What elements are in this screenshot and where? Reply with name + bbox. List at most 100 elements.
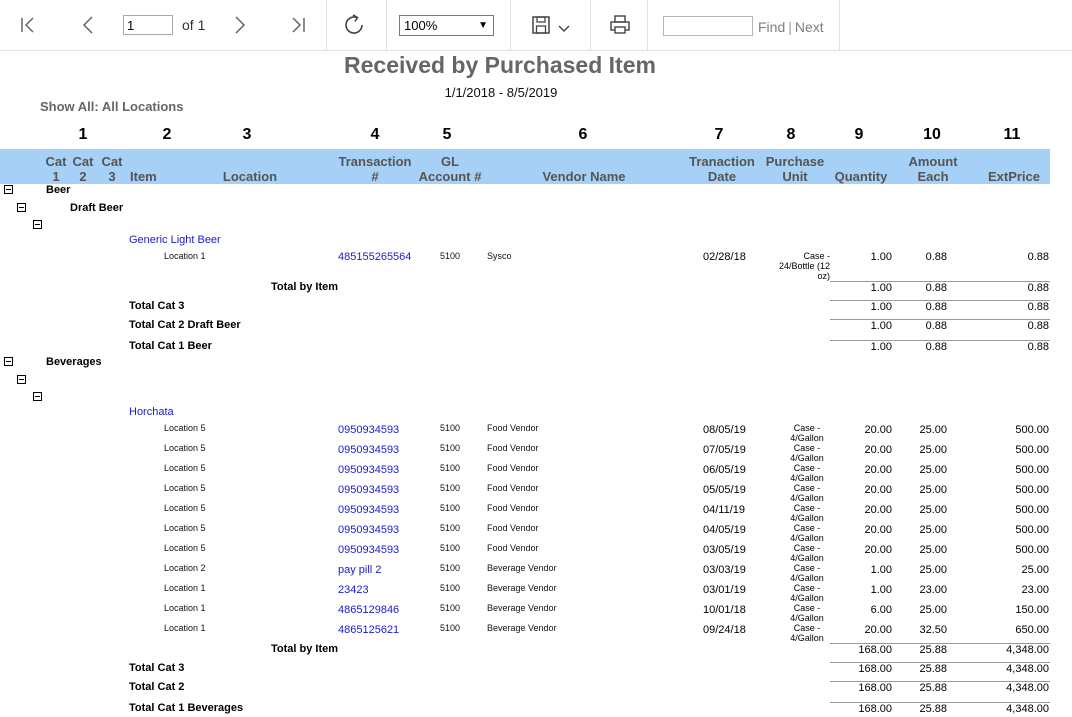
header-quantity: Quantity [834, 169, 888, 184]
transaction-link[interactable]: 4865129846 [338, 604, 399, 616]
row-amount: 25.00 [919, 604, 947, 616]
row-location: Location 5 [164, 443, 206, 453]
print-icon[interactable] [608, 12, 632, 38]
transaction-link[interactable]: 0950934593 [338, 544, 399, 556]
first-page-icon[interactable] [18, 12, 42, 38]
column-number: 4 [370, 126, 380, 143]
transaction-link[interactable]: 0950934593 [338, 484, 399, 496]
transaction-link[interactable]: 0950934593 [338, 524, 399, 536]
next-page-icon[interactable] [230, 12, 254, 38]
header-amount-each: Amount Each [908, 154, 958, 184]
row-location: Location 1 [164, 583, 206, 593]
row-date: 04/11/19 [703, 504, 746, 516]
total-amount: 0.88 [925, 301, 947, 313]
column-number: 5 [442, 126, 452, 143]
transaction-link[interactable]: pay pill 2 [338, 564, 381, 576]
row-amount: 25.00 [919, 564, 947, 576]
row-qty: 20.00 [864, 524, 892, 536]
total-qty: 1.00 [870, 282, 892, 294]
collapse-toggle[interactable] [17, 375, 26, 384]
total-ext: 0.88 [1027, 320, 1049, 332]
row-date: 03/03/19 [703, 564, 746, 576]
row-qty: 1.00 [870, 584, 892, 596]
total-qty: 168.00 [858, 703, 892, 715]
row-ext: 500.00 [1015, 444, 1049, 456]
row-unit: Case -4/Gallon [790, 543, 824, 563]
row-amount: 25.00 [919, 524, 947, 536]
total-qty: 168.00 [858, 682, 892, 694]
total-ext: 4,348.00 [1006, 663, 1049, 675]
total-cat1-label: Total Cat 1 Beer [129, 340, 212, 352]
header-item: Item [130, 169, 157, 184]
total-by-item-label: Total by Item [271, 281, 339, 293]
collapse-toggle[interactable] [33, 392, 42, 401]
prev-page-icon[interactable] [78, 12, 102, 38]
row-unit: Case -4/Gallon [790, 523, 824, 543]
transaction-link[interactable]: 0950934593 [338, 444, 399, 456]
row-location: Location 1 [164, 251, 206, 261]
total-ext: 0.88 [1027, 301, 1049, 313]
transaction-link[interactable]: 23423 [338, 584, 369, 596]
header-cat3: Cat 3 [101, 154, 123, 184]
row-gl: 5100 [440, 583, 461, 593]
chevron-down-icon[interactable] [556, 12, 572, 38]
row-unit: Case -4/Gallon [790, 463, 824, 483]
last-page-icon[interactable] [288, 12, 312, 38]
collapse-toggle[interactable] [33, 220, 42, 229]
row-location: Location 2 [164, 563, 206, 573]
refresh-icon[interactable] [342, 12, 368, 38]
row-vendor: Food Vendor [487, 423, 539, 433]
row-vendor: Beverage Vendor [487, 563, 557, 573]
row-qty: 20.00 [864, 484, 892, 496]
row-date: 06/05/19 [703, 464, 746, 476]
row-date: 07/05/19 [703, 444, 746, 456]
total-amount: 0.88 [925, 341, 947, 353]
row-ext: 500.00 [1015, 504, 1049, 516]
row-date: 09/24/18 [703, 624, 746, 636]
report-toolbar: 1 of 1 100% ▼ Find | Next [0, 0, 1072, 51]
column-number: 1 [78, 126, 88, 143]
collapse-toggle[interactable] [4, 185, 13, 194]
column-number: 11 [1003, 126, 1021, 143]
row-date: 02/28/18 [703, 251, 746, 263]
column-number: 3 [242, 126, 252, 143]
cat2-group-label: Draft Beer [70, 202, 124, 214]
row-vendor: Sysco [487, 251, 512, 261]
page-number-input[interactable]: 1 [123, 15, 173, 35]
total-amount: 0.88 [925, 320, 947, 332]
collapse-toggle[interactable] [4, 357, 13, 366]
header-gl-account: GL Account # [418, 154, 482, 184]
row-location: Location 5 [164, 483, 206, 493]
transaction-link[interactable]: 0950934593 [338, 464, 399, 476]
row-location: Location 5 [164, 543, 206, 553]
transaction-link[interactable]: 485155265564 [338, 251, 411, 263]
next-button[interactable]: Next [795, 19, 824, 35]
zoom-select[interactable]: 100% ▼ [399, 15, 494, 36]
header-extprice: ExtPrice [987, 169, 1041, 184]
show-all-filter: Show All: All Locations [40, 99, 184, 114]
find-button[interactable]: Find [758, 19, 785, 35]
row-qty: 20.00 [864, 424, 892, 436]
row-ext: 500.00 [1015, 524, 1049, 536]
row-ext: 500.00 [1015, 544, 1049, 556]
row-qty: 6.00 [870, 604, 892, 616]
collapse-toggle[interactable] [17, 203, 26, 212]
save-icon[interactable] [530, 12, 554, 38]
row-gl: 5100 [440, 423, 461, 433]
cat1-group-label: Beverages [46, 356, 102, 368]
row-vendor: Food Vendor [487, 483, 539, 493]
total-qty: 1.00 [870, 301, 892, 313]
transaction-link[interactable]: 0950934593 [338, 504, 399, 516]
row-ext: 500.00 [1015, 484, 1049, 496]
total-amount: 25.88 [919, 703, 947, 715]
row-unit: Case -4/Gallon [790, 483, 824, 503]
total-ext: 4,348.00 [1006, 644, 1049, 656]
column-number: 9 [854, 126, 864, 143]
find-input[interactable] [663, 16, 753, 36]
row-qty: 1.00 [870, 251, 892, 263]
column-number: 6 [578, 126, 588, 143]
transaction-link[interactable]: 0950934593 [338, 424, 399, 436]
total-qty: 1.00 [870, 341, 892, 353]
row-amount: 25.00 [919, 544, 947, 556]
transaction-link[interactable]: 4865125621 [338, 624, 399, 636]
